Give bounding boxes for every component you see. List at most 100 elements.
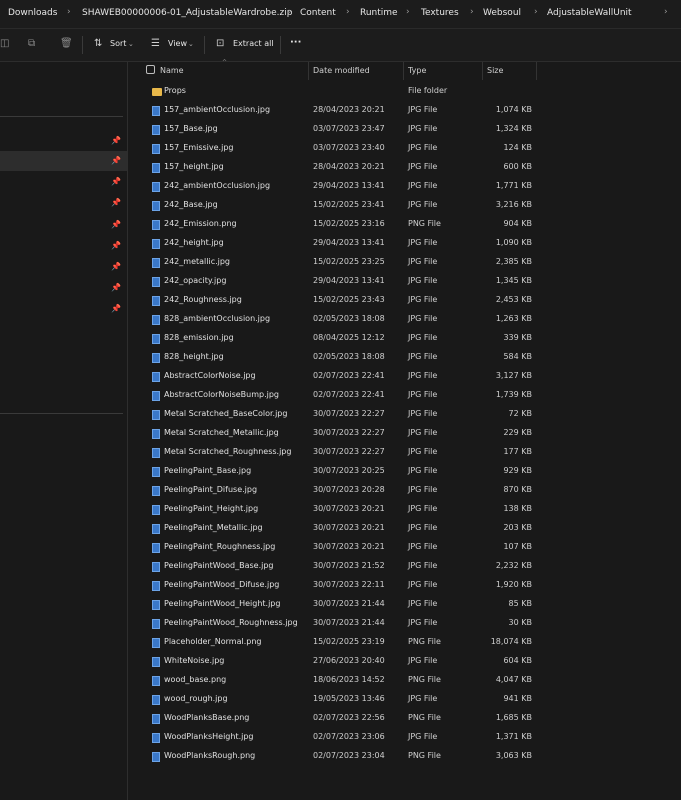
column-header-date[interactable]: Date modified: [313, 66, 370, 75]
breadcrumb-item-websoul[interactable]: Websoul: [483, 8, 521, 18]
breadcrumb-item-adjustablewallunit[interactable]: AdjustableWallUnit: [547, 8, 632, 18]
file-row[interactable]: 157_Emissive.jpg 03/07/2023 23:40 JPG File…: [128, 139, 681, 158]
image-file-icon: [152, 714, 160, 724]
image-file-icon: [152, 600, 160, 610]
column-divider[interactable]: [482, 62, 483, 80]
column-divider[interactable]: [403, 62, 404, 80]
file-row[interactable]: 828_emission.jpg 08/04/2025 12:12 JPG File…: [128, 329, 681, 348]
file-row[interactable]: 157_ambientOcclusion.jpg 28/04/2023 20:21…: [128, 101, 681, 120]
file-date-modified: 02/05/2023 18:08: [313, 314, 385, 323]
rename-icon[interactable]: ⧉: [28, 38, 35, 49]
file-date-modified: 02/07/2023 23:04: [313, 751, 385, 760]
file-row[interactable]: Metal Scratched_BaseColor.jpg 30/07/2023 …: [128, 405, 681, 424]
file-row[interactable]: wood_rough.jpg 19/05/2023 13:46 JPG File 94…: [128, 690, 681, 709]
share-icon[interactable]: ◫: [0, 38, 9, 49]
column-divider[interactable]: [536, 62, 537, 80]
column-header-name[interactable]: Name: [160, 66, 184, 75]
file-row[interactable]: Placeholder_Normal.png 15/02/2025 23:19 PN…: [128, 633, 681, 652]
extract-all-button[interactable]: Extract all: [233, 39, 274, 48]
file-row[interactable]: 242_Base.jpg 15/02/2025 23:41 JPG File 3,21…: [128, 196, 681, 215]
file-row[interactable]: PeelingPaintWood_Base.jpg 30/07/2023 21:5…: [128, 557, 681, 576]
file-row[interactable]: 157_Base.jpg 03/07/2023 23:47 JPG File 1,32…: [128, 120, 681, 139]
file-row[interactable]: WoodPlanksBase.png 02/07/2023 22:56 PNG Fi…: [128, 709, 681, 728]
file-size: 229 KB: [503, 428, 532, 437]
file-size: 2,232 KB: [495, 561, 532, 570]
file-date-modified: 15/02/2025 23:43: [313, 295, 385, 304]
file-row[interactable]: 157_height.jpg 28/04/2023 20:21 JPG File 60…: [128, 158, 681, 177]
breadcrumb-item-content[interactable]: Content: [300, 8, 336, 18]
file-date-modified: 18/06/2023 14:52: [313, 675, 385, 684]
file-date-modified: 30/07/2023 20:25: [313, 466, 385, 475]
file-row[interactable]: PeelingPaint_Height.jpg 30/07/2023 20:21 J…: [128, 500, 681, 519]
more-options-button[interactable]: ···: [290, 37, 301, 48]
breadcrumb-item-zip[interactable]: SHAWEB00000006-01_AdjustableWardrobe.zip: [82, 8, 292, 18]
nav-item[interactable]: 📌: [0, 172, 127, 192]
file-row[interactable]: 242_Emission.png 15/02/2025 23:16 PNG File…: [128, 215, 681, 234]
view-button[interactable]: View: [168, 39, 187, 48]
folder-row[interactable]: Props File folder: [128, 82, 681, 101]
file-name: PeelingPaintWood_Height.jpg: [164, 599, 281, 608]
file-row[interactable]: PeelingPaint_Difuse.jpg 30/07/2023 20:28 J…: [128, 481, 681, 500]
file-row[interactable]: PeelingPaintWood_Roughness.jpg 30/07/2023…: [128, 614, 681, 633]
sort-button[interactable]: Sort: [110, 39, 126, 48]
file-row[interactable]: PeelingPaintWood_Difuse.jpg 30/07/2023 22…: [128, 576, 681, 595]
file-row[interactable]: PeelingPaintWood_Height.jpg 30/07/2023 21…: [128, 595, 681, 614]
file-row[interactable]: PeelingPaint_Metallic.jpg 30/07/2023 20:2…: [128, 519, 681, 538]
nav-item[interactable]: 📌: [0, 236, 127, 256]
file-row[interactable]: Metal Scratched_Roughness.jpg 30/07/2023 …: [128, 443, 681, 462]
file-type: JPG File: [408, 694, 438, 703]
file-row[interactable]: 828_height.jpg 02/05/2023 18:08 JPG File 58…: [128, 348, 681, 367]
file-type: JPG File: [408, 333, 438, 342]
file-row[interactable]: Metal Scratched_Metallic.jpg 30/07/2023 2…: [128, 424, 681, 443]
file-row[interactable]: 242_Roughness.jpg 15/02/2025 23:43 JPG Fil…: [128, 291, 681, 310]
file-name: WoodPlanksBase.png: [164, 713, 250, 722]
column-header-type[interactable]: Type: [408, 66, 426, 75]
file-type: JPG File: [408, 409, 438, 418]
file-date-modified: 03/07/2023 23:40: [313, 143, 385, 152]
nav-item[interactable]: 📌: [0, 257, 127, 277]
nav-item[interactable]: 📌: [0, 299, 127, 319]
file-name: 828_height.jpg: [164, 352, 224, 361]
column-header-size[interactable]: Size: [487, 66, 503, 75]
file-row[interactable]: 828_ambientOcclusion.jpg 02/05/2023 18:08…: [128, 310, 681, 329]
file-date-modified: 15/02/2025 23:19: [313, 637, 385, 646]
file-row[interactable]: WoodPlanksHeight.jpg 02/07/2023 23:06 JPG …: [128, 728, 681, 747]
nav-item[interactable]: 📌: [0, 131, 127, 151]
nav-item[interactable]: 📌: [0, 278, 127, 298]
file-row[interactable]: 242_height.jpg 29/04/2023 13:41 JPG File 1,…: [128, 234, 681, 253]
pin-icon: 📌: [111, 283, 121, 292]
nav-item[interactable]: 📌: [0, 215, 127, 235]
file-row[interactable]: PeelingPaint_Base.jpg 30/07/2023 20:25 JPG…: [128, 462, 681, 481]
nav-item-selected[interactable]: 📌: [0, 151, 127, 171]
breadcrumb-item-textures[interactable]: Textures: [421, 8, 459, 18]
file-size: 1,739 KB: [495, 390, 532, 399]
file-size: 1,371 KB: [495, 732, 532, 741]
file-row[interactable]: PeelingPaint_Roughness.jpg 30/07/2023 20:…: [128, 538, 681, 557]
delete-icon[interactable]: 🗑: [60, 38, 73, 49]
column-divider[interactable]: [308, 62, 309, 80]
file-row[interactable]: 242_opacity.jpg 29/04/2023 13:41 JPG File 1…: [128, 272, 681, 291]
chevron-right-icon: ›: [470, 7, 474, 17]
file-row[interactable]: AbstractColorNoiseBump.jpg 02/07/2023 22:…: [128, 386, 681, 405]
pin-icon: 📌: [111, 262, 121, 271]
image-file-icon: [152, 486, 160, 496]
nav-item[interactable]: 📌: [0, 193, 127, 213]
breadcrumb-item-downloads[interactable]: Downloads: [8, 8, 57, 18]
chevron-right-icon[interactable]: ›: [664, 7, 668, 17]
file-row[interactable]: WoodPlanksRough.png 02/07/2023 23:04 PNG F…: [128, 747, 681, 766]
file-name: 242_Roughness.jpg: [164, 295, 242, 304]
image-file-icon: [152, 467, 160, 477]
file-row[interactable]: 242_ambientOcclusion.jpg 29/04/2023 13:41…: [128, 177, 681, 196]
file-date-modified: 08/04/2025 12:12: [313, 333, 385, 342]
file-size: 124 KB: [503, 143, 532, 152]
breadcrumb-item-runtime[interactable]: Runtime: [360, 8, 398, 18]
file-date-modified: 03/07/2023 23:47: [313, 124, 385, 133]
file-row[interactable]: 242_metallic.jpg 15/02/2025 23:25 JPG File…: [128, 253, 681, 272]
file-row[interactable]: AbstractColorNoise.jpg 02/07/2023 22:41 JP…: [128, 367, 681, 386]
file-row[interactable]: wood_base.png 18/06/2023 14:52 PNG File 4,0…: [128, 671, 681, 690]
image-file-icon: [152, 410, 160, 420]
file-type: JPG File: [408, 143, 438, 152]
file-name: Metal Scratched_Roughness.jpg: [164, 447, 292, 456]
file-size: 941 KB: [503, 694, 532, 703]
file-row[interactable]: WhiteNoise.jpg 27/06/2023 20:40 JPG File 60…: [128, 652, 681, 671]
